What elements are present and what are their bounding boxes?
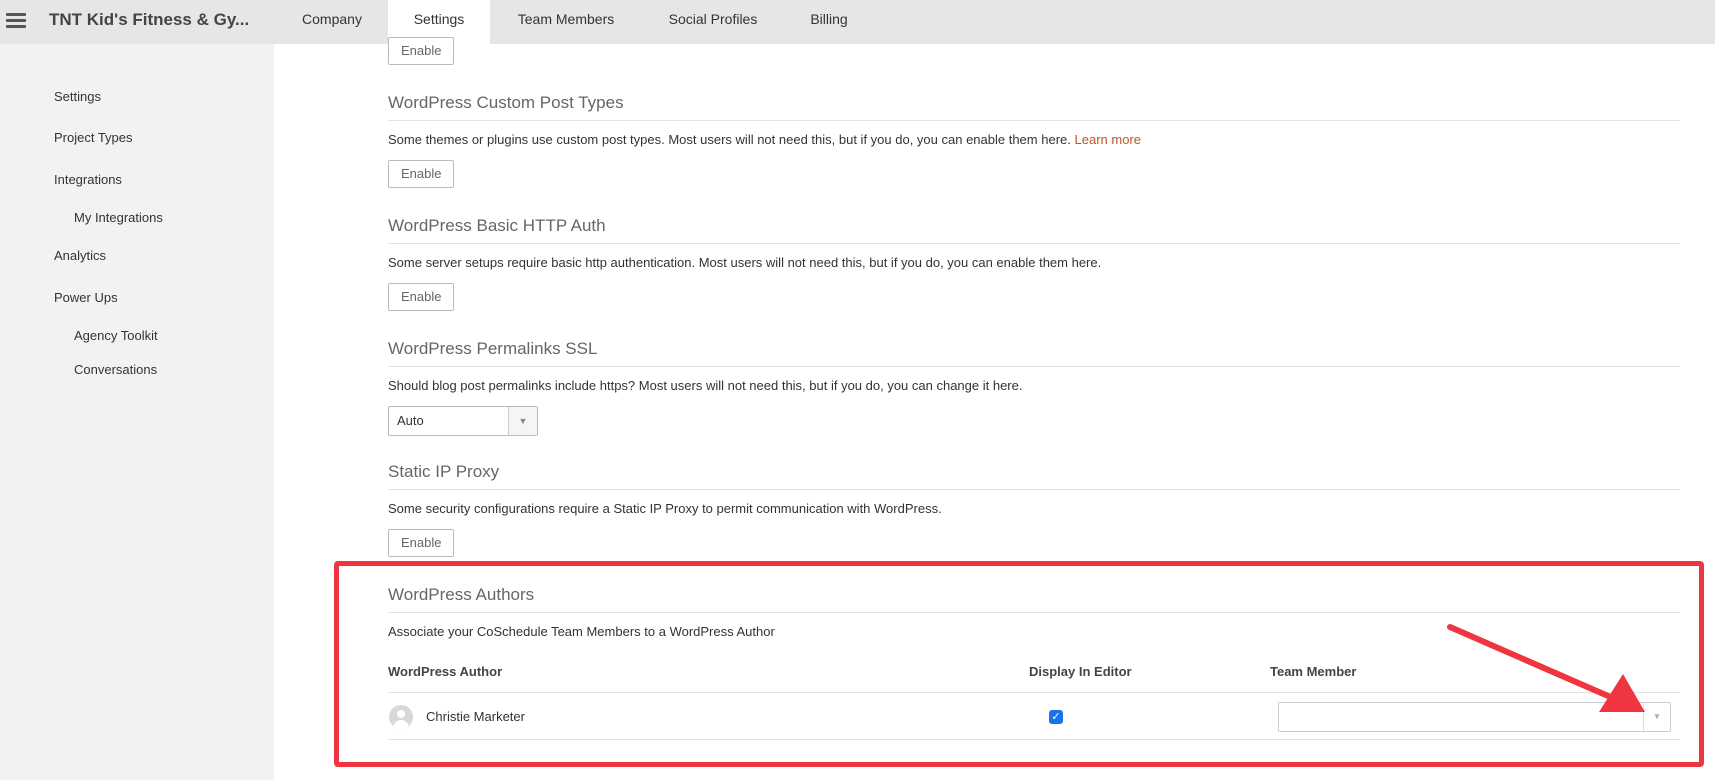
section-title-permalinks-ssl: WordPress Permalinks SSL [388,339,1680,367]
top-navigation-bar: TNT Kid's Fitness & Gy... Company Settin… [0,0,1715,44]
table-divider [388,739,1680,740]
author-avatar-icon [389,705,413,729]
permalinks-ssl-selected-value: Auto [397,413,424,428]
section-description-permalinks-ssl: Should blog post permalinks include http… [388,378,1023,393]
section-title-custom-post-types: WordPress Custom Post Types [388,93,1680,121]
sidebar-item-settings[interactable]: Settings [54,89,101,104]
column-header-display-in-editor: Display In Editor [1029,664,1132,679]
section-title-wordpress-authors: WordPress Authors [388,585,1680,613]
sidebar: Settings Project Types Integrations My I… [0,44,274,780]
section-description-basic-http-auth: Some server setups require basic http au… [388,255,1102,270]
enable-basic-http-auth-button[interactable]: Enable [388,283,455,311]
section-description-custom-post-types: Some themes or plugins use custom post t… [388,132,1141,147]
column-header-wordpress-author: WordPress Author [388,664,503,679]
section-description-static-ip-proxy: Some security configurations require a S… [388,501,942,516]
chevron-down-icon: ▼ [508,407,537,435]
display-in-editor-checkbox[interactable]: ✓ [1049,710,1063,724]
section-title-basic-http-auth: WordPress Basic HTTP Auth [388,216,1680,244]
sidebar-item-project-types[interactable]: Project Types [54,130,133,145]
enable-custom-post-types-button[interactable]: Enable [388,160,455,188]
section-title-static-ip-proxy: Static IP Proxy [388,462,1680,490]
sidebar-item-my-integrations[interactable]: My Integrations [74,210,163,225]
custom-post-types-text: Some themes or plugins use custom post t… [388,132,1071,147]
tab-company[interactable]: Company [282,0,382,44]
sidebar-item-power-ups[interactable]: Power Ups [54,290,118,305]
sidebar-item-analytics[interactable]: Analytics [54,248,106,263]
enable-static-ip-proxy-button[interactable]: Enable [388,529,455,557]
tab-social-profiles[interactable]: Social Profiles [652,0,774,44]
author-name: Christie Marketer [426,709,525,724]
learn-more-link[interactable]: Learn more [1075,132,1141,147]
hamburger-menu-icon[interactable] [6,10,26,32]
annotation-arrow-icon [1447,624,1645,712]
permalinks-ssl-select[interactable]: Auto ▼ [388,406,538,436]
section-description-wordpress-authors: Associate your CoSchedule Team Members t… [388,624,775,639]
app-title[interactable]: TNT Kid's Fitness & Gy... [49,10,249,30]
sidebar-item-agency-toolkit[interactable]: Agency Toolkit [74,328,158,343]
sidebar-item-conversations[interactable]: Conversations [74,362,157,377]
tab-team-members[interactable]: Team Members [506,0,626,44]
column-header-team-member: Team Member [1270,664,1357,679]
tab-billing[interactable]: Billing [796,0,862,44]
enable-button-previous-section[interactable]: Enable [388,37,455,65]
sidebar-item-integrations[interactable]: Integrations [54,172,122,187]
